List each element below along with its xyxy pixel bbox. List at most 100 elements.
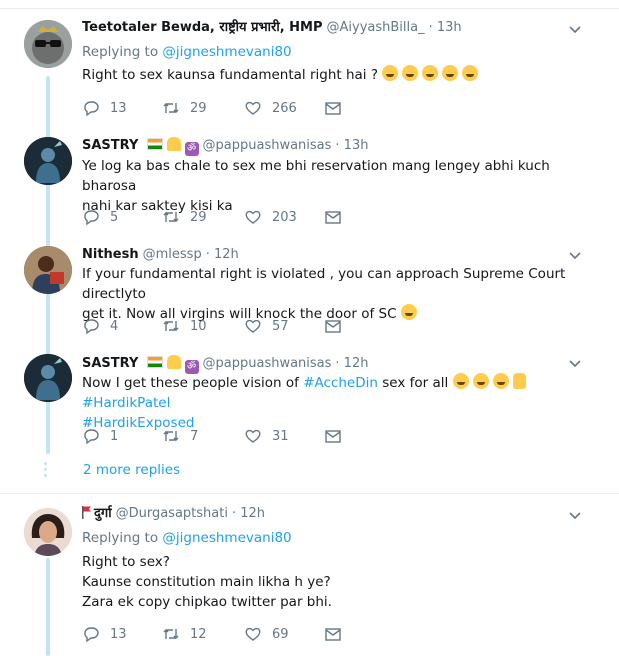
envelope-icon [325, 102, 341, 115]
retweet-icon [163, 212, 179, 222]
tweet-text-line: Right to sex? [82, 554, 170, 570]
tweet-text: Right to sex kaunsa fundamental right ha… [82, 65, 582, 85]
tweet[interactable]: SASTRY ॐ @pappuashwanisas · 13h Ye log ka … [0, 130, 619, 238]
retweet-count: 29 [190, 209, 207, 225]
like-button[interactable]: 69 [244, 624, 289, 644]
handle[interactable]: @mlessp [143, 247, 202, 262]
reply-button[interactable]: 5 [82, 207, 118, 227]
tweet[interactable]: Nithesh @mlessp · 12h If your fundamental … [0, 238, 619, 346]
like-button[interactable]: 57 [244, 316, 289, 336]
like-button[interactable]: 203 [244, 207, 297, 227]
tweet[interactable]: दुर्गा @Durgasaptshati · 12h Replying to @… [0, 494, 619, 656]
chevron-down-icon[interactable] [568, 357, 582, 371]
display-name[interactable]: SASTRY [82, 356, 138, 371]
om-symbol-icon: ॐ [184, 360, 199, 374]
avatar[interactable] [24, 508, 72, 556]
like-count: 203 [272, 209, 297, 225]
thumbs-up-icon [512, 373, 526, 389]
heart-icon [245, 627, 261, 641]
timestamp[interactable]: · 12h [335, 356, 368, 371]
timestamp[interactable]: · 12h [206, 247, 239, 262]
tweet-text-line: Ye log ka bas chale to sex me bhi reserv… [82, 158, 550, 194]
handle[interactable]: @pappuashwanisas [203, 138, 332, 153]
folded-hands-icon [166, 355, 181, 369]
replying-prefix: Replying to [82, 530, 163, 546]
envelope-icon [325, 430, 341, 443]
tweet-header: SASTRY ॐ @pappuashwanisas · 12h [82, 355, 368, 374]
dm-button[interactable] [324, 426, 342, 446]
reply-icon [84, 319, 99, 335]
india-flag-icon [146, 356, 163, 368]
heart-icon [245, 319, 261, 333]
avatar[interactable] [24, 246, 72, 294]
reply-button[interactable]: 13 [82, 624, 127, 644]
like-count: 57 [272, 318, 289, 334]
display-name[interactable]: SASTRY [82, 138, 138, 153]
chevron-down-icon[interactable] [568, 249, 582, 263]
handle[interactable]: @Durgasaptshati [116, 506, 228, 521]
retweet-icon [163, 431, 179, 441]
replying-to: Replying to @jigneshmevani80 [82, 43, 292, 61]
reply-button[interactable]: 4 [82, 316, 118, 336]
reply-count: 13 [110, 100, 127, 116]
reply-count: 4 [110, 318, 119, 334]
like-button[interactable]: 266 [244, 98, 297, 118]
thread-dots [44, 462, 48, 480]
reply-icon [84, 627, 99, 643]
dm-button[interactable] [324, 98, 342, 118]
display-name[interactable]: Nithesh [82, 247, 139, 262]
tweet[interactable]: SASTRY ॐ @pappuashwanisas · 12h Now I get … [0, 346, 619, 456]
handle[interactable]: @AiyyashBilla_ [327, 20, 425, 35]
dm-button[interactable] [324, 207, 342, 227]
like-button[interactable]: 31 [244, 426, 289, 446]
dm-button[interactable] [324, 316, 342, 336]
mention-link[interactable]: @jigneshmevani80 [162, 530, 291, 546]
tweet-text: If your fundamental right is violated , … [82, 264, 582, 324]
reply-count: 5 [110, 209, 119, 225]
reply-count: 1 [110, 428, 119, 444]
retweet-button[interactable]: 29 [162, 207, 207, 227]
reply-button[interactable]: 13 [82, 98, 127, 118]
tweet-header: SASTRY ॐ @pappuashwanisas · 13h [82, 137, 368, 156]
tweet-text-line: Zara ek copy chipkao twitter par bhi. [82, 594, 332, 610]
laughing-emoji-icon [472, 373, 489, 389]
retweet-count: 12 [190, 626, 207, 642]
om-symbol-icon: ॐ [184, 142, 199, 156]
avatar[interactable] [24, 20, 72, 68]
chevron-down-icon[interactable] [568, 509, 582, 523]
display-name[interactable]: Teetotaler Bewda, राष्ट्रीय प्रभारी, HMP [82, 20, 323, 35]
tweet[interactable]: Teetotaler Bewda, राष्ट्रीय प्रभारी, HMP… [0, 0, 619, 130]
hashtag-link[interactable]: #HardikPatel [82, 395, 170, 411]
tweet-text: Now I get these people vision of #AccheD… [82, 373, 582, 433]
handle[interactable]: @pappuashwanisas [203, 356, 332, 371]
dm-button[interactable] [324, 624, 342, 644]
retweet-button[interactable]: 12 [162, 624, 207, 644]
display-name[interactable]: दुर्गा [94, 506, 112, 521]
retweet-button[interactable]: 10 [162, 316, 207, 336]
tweet-text-line: Kaunse constitution main likha h ye? [82, 574, 331, 590]
reply-count: 13 [110, 626, 127, 642]
like-count: 266 [272, 100, 297, 116]
avatar[interactable] [24, 137, 72, 185]
thread-line [46, 558, 50, 656]
red-flag-icon [82, 506, 91, 519]
mention-link[interactable]: @jigneshmevani80 [162, 44, 291, 60]
reply-button[interactable]: 1 [82, 426, 118, 446]
laughing-emoji-icon [442, 65, 459, 81]
avatar[interactable] [24, 354, 72, 402]
heart-icon [245, 101, 261, 115]
retweet-button[interactable]: 29 [162, 98, 207, 118]
tweet-header: Teetotaler Bewda, राष्ट्रीय प्रभारी, HMP… [82, 20, 462, 36]
tweet-text: Right to sex? Kaunse constitution main l… [82, 552, 582, 612]
hashtag-link[interactable]: #AccheDin [303, 375, 378, 391]
timestamp[interactable]: · 12h [232, 506, 265, 521]
timestamp[interactable]: · 13h [335, 138, 368, 153]
laughing-emoji-icon [382, 65, 399, 81]
timestamp[interactable]: · 13h [429, 20, 462, 35]
tweet-text-content: Right to sex kaunsa fundamental right ha… [82, 67, 379, 83]
reply-icon [84, 429, 99, 445]
chevron-down-icon[interactable] [568, 23, 582, 37]
more-replies-link[interactable]: 2 more replies [83, 462, 180, 478]
heart-icon [245, 429, 261, 443]
retweet-button[interactable]: 7 [162, 426, 198, 446]
